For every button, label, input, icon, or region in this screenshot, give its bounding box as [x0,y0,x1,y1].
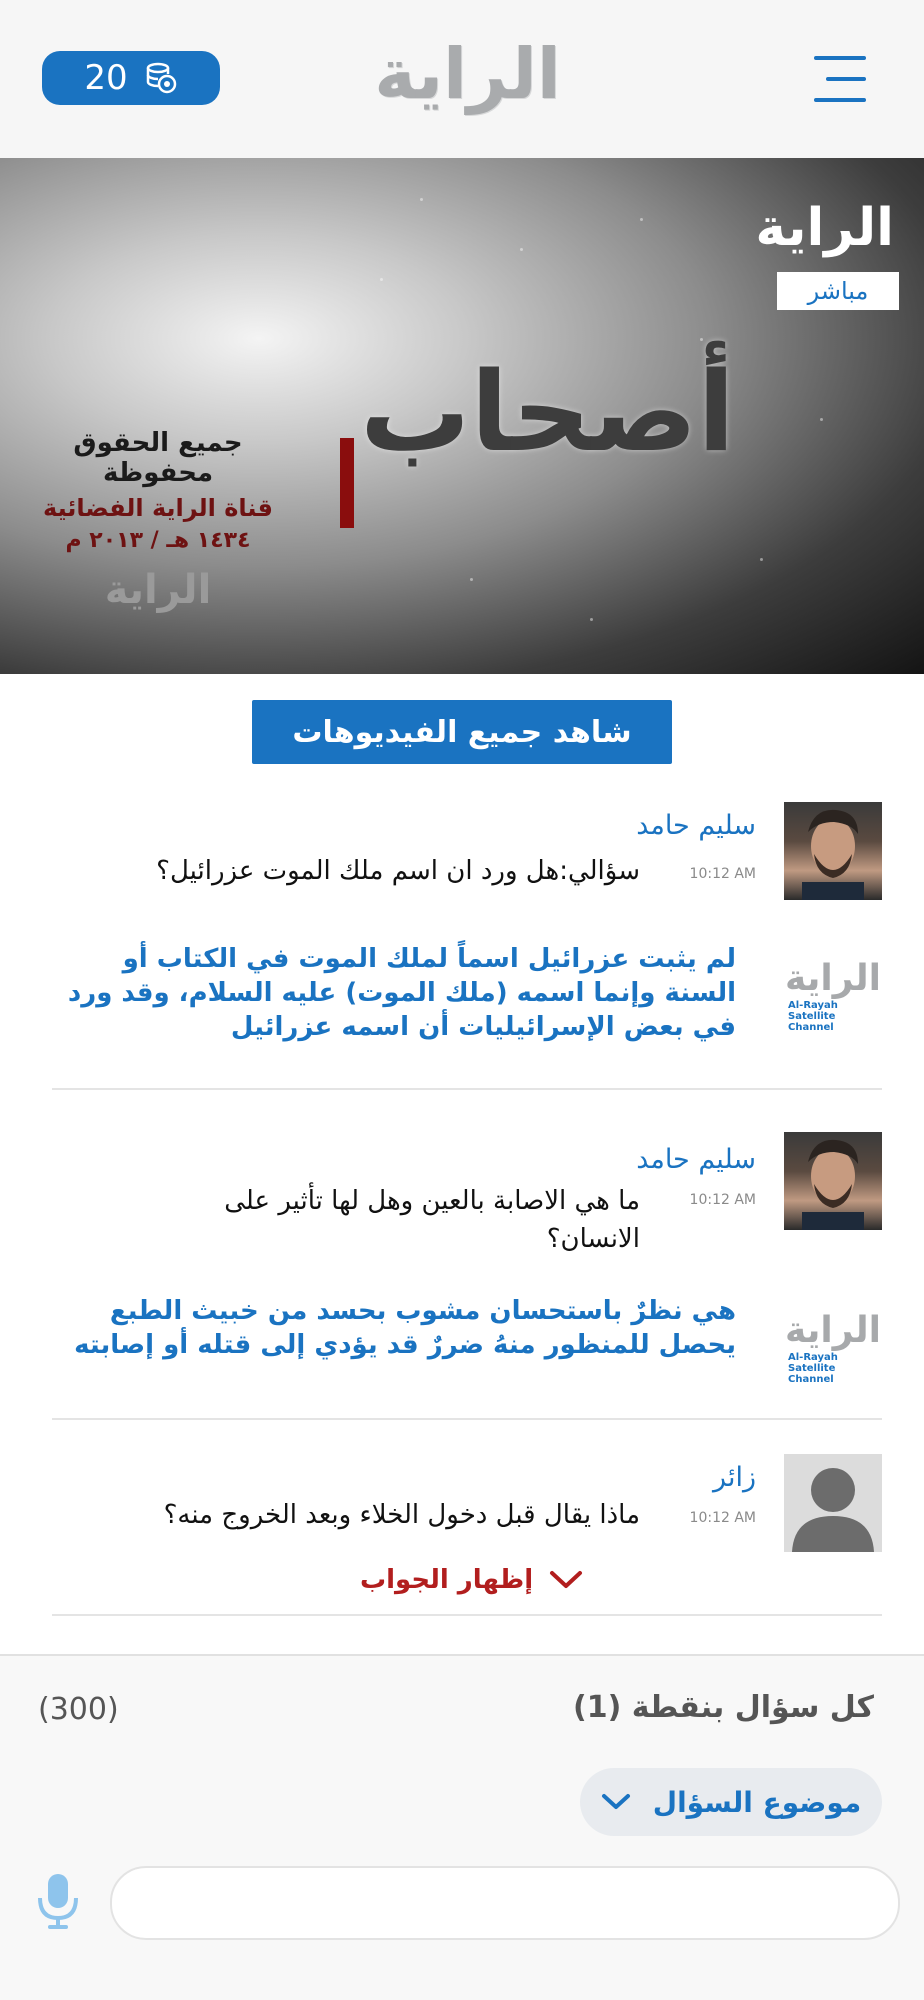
copyright-logo: الراية [104,567,212,613]
menu-line [814,98,866,102]
avatar[interactable] [784,1132,882,1230]
question-topic-dropdown[interactable]: موضوع السؤال [580,1768,882,1836]
asker-name: سليم حامد [636,1144,756,1175]
app-root: 20 الراية الراية مباشر أصحاب جميع الحقوق… [0,0,924,2000]
user-placeholder-icon [792,1468,874,1552]
video-copyright: جميع الحقوق محفوظة قناة الراية الفضائية … [18,428,298,613]
menu-line [826,77,866,81]
app-logo[interactable]: الراية [374,33,563,115]
answer-text: لم يثبت عزرائيل اسماً لملك الموت في الكت… [67,944,736,1042]
question-text: ما هي الاصابة بالعين وهل لها تأثير على ا… [224,1186,640,1254]
answer-logo-caption: Al-Rayah Satellite Channel [788,999,838,1033]
answer-logo-caption: Al-Rayah Satellite Channel [788,1351,838,1385]
answer-text: هي نظرٌ باستحسان مشوب بحسد من خبيث الطبع… [74,1296,736,1360]
question-cost-label: كل سؤال بنقطة (1) [572,1690,874,1725]
menu-line [814,56,866,60]
user-photo-icon [802,1139,864,1230]
question-time: 10:12 AM [689,1192,756,1208]
question-time: 10:12 AM [689,866,756,882]
divider [52,1418,882,1420]
app-header: 20 الراية [0,0,924,158]
live-video-player[interactable]: الراية مباشر أصحاب جميع الحقوق محفوظة قن… [0,158,924,674]
copyright-line1: جميع الحقوق محفوظة [73,428,243,488]
question-time: 10:12 AM [689,1510,756,1526]
compose-panel: كل سؤال بنقطة (1) (300) موضوع السؤال [0,1654,924,2000]
coins-icon [146,62,176,94]
show-answer-label: إظهار الجواب [360,1565,534,1595]
char-count: (300) [38,1692,119,1727]
answer-channel-logo: الراية Al-Rayah Satellite Channel [785,956,881,1036]
topic-label: موضوع السؤال [652,1785,862,1819]
asker-name: سليم حامد [636,810,756,841]
watch-all-videos-button[interactable]: شاهد جميع الفيديوهات [252,700,672,764]
live-badge: مباشر [777,272,899,310]
question-text: سؤالي:هل ورد ان اسم ملك الموت عزرائيل؟ [156,856,640,886]
user-photo-icon [802,809,864,900]
divider [52,1088,882,1090]
coins-count: 20 [84,58,128,98]
video-title-overlay: أصحاب [360,348,736,476]
channel-logo: الراية [755,198,894,258]
copyright-line3: ١٤٣٤ هـ / ٢٠١٣ م [65,528,251,553]
hamburger-menu-button[interactable] [812,56,866,102]
answer-channel-logo: الراية Al-Rayah Satellite Channel [785,1308,881,1388]
answer-logo-name: الراية [785,1309,881,1351]
question-input[interactable] [110,1866,900,1940]
copyright-line2: قناة الراية الفضائية [43,494,273,522]
asker-name: زائر [713,1462,756,1493]
chevron-down-icon [601,1794,630,1809]
answer-logo-name: الراية [785,957,881,999]
title-accent-bar [340,438,354,528]
coins-balance-button[interactable]: 20 [42,51,220,105]
question-text: ماذا يقال قبل دخول الخلاء وبعد الخروج من… [163,1500,640,1530]
avatar[interactable] [784,802,882,900]
show-answer-button[interactable]: إظهار الجواب [360,1560,583,1600]
qa-item: سليم حامد 10:12 AM ما هي الاصابة بالعين … [52,1132,882,1402]
chevron-down-icon [550,1571,583,1588]
qa-item: سليم حامد 10:12 AM سؤالي:هل ورد ان اسم م… [52,802,882,1082]
divider [52,1614,882,1616]
microphone-icon[interactable] [36,1872,80,1930]
avatar[interactable] [784,1454,882,1552]
